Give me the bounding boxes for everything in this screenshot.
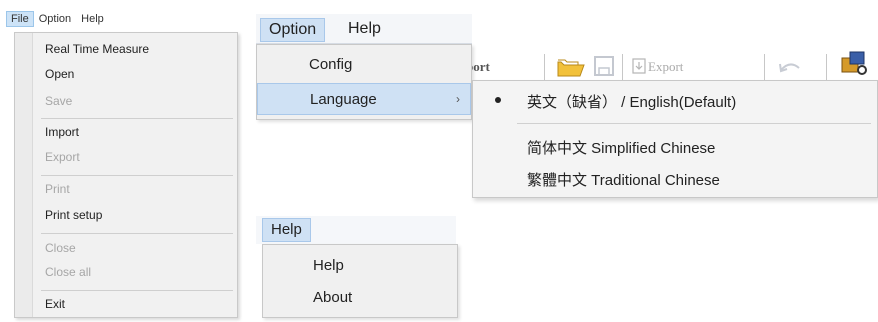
language-english[interactable]: 英文（缺省） / English(Default) <box>473 85 877 115</box>
option-language[interactable]: Language › <box>257 83 471 115</box>
menu-gutter <box>15 33 33 317</box>
toolbar-separator <box>826 54 827 80</box>
language-simplified-chinese[interactable]: 简体中文 Simplified Chinese <box>473 131 877 161</box>
option-config-label: Config <box>309 56 353 73</box>
open-folder-icon[interactable] <box>556 54 586 80</box>
file-save[interactable]: Save <box>45 94 72 108</box>
help-help[interactable]: Help <box>313 257 344 274</box>
file-exit[interactable]: Exit <box>45 297 65 311</box>
option-menubar: Option Help <box>256 14 472 44</box>
file-import[interactable]: Import <box>45 125 79 139</box>
toolbar-separator <box>544 54 545 80</box>
export-icon <box>632 58 646 74</box>
file-close[interactable]: Close <box>45 241 76 255</box>
help-menubar: Help <box>256 216 456 244</box>
help-about[interactable]: About <box>313 289 352 306</box>
menu-separator <box>41 118 233 119</box>
file-export[interactable]: Export <box>45 150 80 164</box>
help-dropdown: Help About <box>262 244 458 318</box>
menu-separator <box>41 175 233 176</box>
menu-help[interactable]: Help <box>76 11 109 27</box>
menu-option[interactable]: Option <box>260 18 326 42</box>
menu-help[interactable]: Help <box>262 218 311 242</box>
menu-file[interactable]: File <box>6 11 34 27</box>
language-english-label: 英文（缺省） / English(Default) <box>527 94 737 111</box>
menu-separator <box>41 233 233 234</box>
file-real-time-measure[interactable]: Real Time Measure <box>45 42 149 56</box>
toolbar-separator <box>764 54 765 80</box>
language-traditional-chinese[interactable]: 繁體中文 Traditional Chinese <box>473 163 877 193</box>
menu-option[interactable]: Option <box>34 11 76 27</box>
menu-help[interactable]: Help <box>340 18 389 42</box>
selected-bullet-icon <box>495 97 501 103</box>
save-disk-icon[interactable] <box>592 54 616 78</box>
menu-separator <box>41 290 233 291</box>
language-traditional-chinese-label: 繁體中文 Traditional Chinese <box>527 172 720 189</box>
option-config[interactable]: Config <box>257 49 471 81</box>
menu-separator <box>517 123 871 124</box>
file-open[interactable]: Open <box>45 67 74 81</box>
file-dropdown: Real Time Measure Open Save Import Expor… <box>14 32 238 318</box>
file-print[interactable]: Print <box>45 182 70 196</box>
toolbar-export-button[interactable]: Export <box>648 59 683 75</box>
file-print-setup[interactable]: Print setup <box>45 208 102 222</box>
file-close-all[interactable]: Close all <box>45 265 91 279</box>
option-language-label: Language <box>310 91 377 108</box>
undo-arrow-icon[interactable] <box>778 58 802 76</box>
file-menubar: File Option Help <box>6 8 166 30</box>
option-dropdown: Config Language › <box>256 44 472 120</box>
language-simplified-chinese-label: 简体中文 Simplified Chinese <box>527 140 716 157</box>
submenu-arrow-icon: › <box>456 92 460 106</box>
tool-icon[interactable] <box>838 48 868 78</box>
language-submenu: 英文（缺省） / English(Default) 简体中文 Simplifie… <box>472 80 878 198</box>
toolbar-separator <box>622 54 623 80</box>
